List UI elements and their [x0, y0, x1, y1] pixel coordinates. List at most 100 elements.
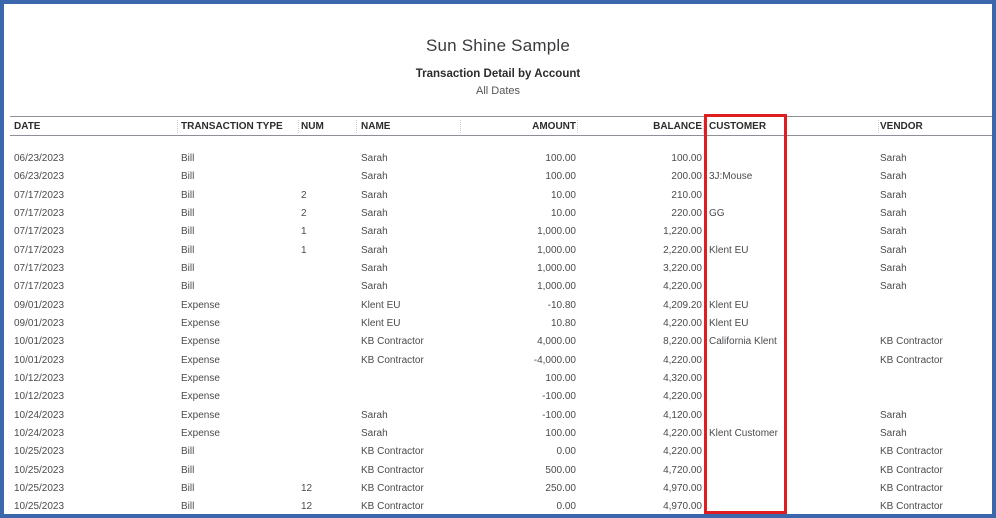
cell-num	[301, 333, 356, 351]
cell-name: Sarah	[361, 427, 388, 439]
cell-amount[interactable]: 250.00	[462, 480, 576, 498]
column-header-date[interactable]: DATE	[14, 118, 178, 135]
column-header-customer[interactable]: CUSTOMER	[709, 118, 879, 135]
cell-name: Sarah	[361, 262, 388, 274]
cell-customer: 3J:Mouse	[709, 171, 753, 183]
cell-amount[interactable]: 4,000.00	[462, 333, 576, 351]
cell-name	[361, 370, 461, 388]
table-row[interactable]: 09/01/2023 Expense Klent EU -10.80 4,209.20 K…	[10, 297, 992, 315]
table-row[interactable]: 07/17/2023 Bill 2 Sarah 10.00 220.00 GG Sarah	[10, 205, 992, 223]
cell-vendor: KB Contractor	[880, 336, 943, 348]
cell-amount[interactable]: 1,000.00	[462, 278, 576, 296]
cell-vendor: KB Contractor	[880, 446, 943, 458]
table-row[interactable]: 07/17/2023 Bill Sarah 1,000.00 3,220.00 Sarah	[10, 260, 992, 278]
cell-amount[interactable]: 10.00	[462, 205, 576, 223]
cell-balance: 220.00	[671, 207, 702, 219]
cell-amount[interactable]: 500.00	[462, 462, 576, 480]
cell-amount[interactable]: -100.00	[462, 407, 576, 425]
cell-num	[301, 150, 356, 168]
cell-name: Sarah	[361, 153, 388, 164]
cell-transaction-type[interactable]: Bill	[181, 223, 296, 241]
cell-transaction-type[interactable]: Expense	[181, 315, 296, 333]
cell-amount[interactable]: -4,000.00	[462, 352, 576, 370]
table-row[interactable]: 10/25/2023 Bill KB Contractor 500.00 4,720.0…	[10, 462, 992, 480]
cell-amount[interactable]: 100.00	[462, 425, 576, 443]
table-row[interactable]: 10/24/2023 Expense Sarah 100.00 4,220.00 Klen…	[10, 425, 992, 443]
report-table: DATE TRANSACTION TYPE NUM NAME AMOUNT BA…	[10, 112, 992, 514]
cell-transaction-type[interactable]: Bill	[181, 278, 296, 296]
column-header-balance[interactable]: BALANCE	[580, 118, 704, 135]
cell-num	[301, 260, 356, 278]
cell-balance: 2,220.00	[663, 244, 702, 256]
cell-name: Klent EU	[361, 317, 401, 329]
table-row[interactable]: 10/24/2023 Expense Sarah -100.00 4,120.00 Sar…	[10, 407, 992, 425]
cell-transaction-type[interactable]: Bill	[181, 260, 296, 278]
cell-transaction-type[interactable]: Bill	[181, 443, 296, 461]
cell-transaction-type[interactable]: Expense	[181, 297, 296, 315]
cell-vendor: Sarah	[880, 409, 907, 421]
cell-date: 07/17/2023	[14, 262, 65, 274]
cell-amount[interactable]: 10.00	[462, 187, 576, 205]
cell-date: 07/17/2023	[14, 189, 65, 201]
cell-customer	[709, 443, 879, 461]
table-row[interactable]: 07/17/2023 Bill Sarah 1,000.00 4,220.00 Sarah	[10, 278, 992, 296]
cell-transaction-type[interactable]: Bill	[181, 168, 296, 186]
cell-transaction-type[interactable]: Expense	[181, 425, 296, 443]
table-row[interactable]: 07/17/2023 Bill 1 Sarah 1,000.00 2,220.00 Klen…	[10, 242, 992, 260]
cell-balance: 4,720.00	[663, 464, 702, 476]
cell-num	[301, 315, 356, 333]
cell-num: 1	[301, 244, 307, 256]
cell-num: 12	[301, 482, 313, 494]
cell-num: 12	[301, 501, 313, 513]
table-row[interactable]: 10/25/2023 Bill 12 KB Contractor 250.00 4,970…	[10, 480, 992, 498]
column-header-transaction-type[interactable]: TRANSACTION TYPE	[181, 118, 299, 135]
cell-balance: 3,220.00	[663, 262, 702, 274]
cell-transaction-type[interactable]: Expense	[181, 388, 296, 406]
table-row[interactable]: 10/12/2023 Expense 100.00 4,320.00	[10, 370, 992, 388]
column-header-name[interactable]: NAME	[361, 118, 461, 135]
table-row[interactable]: 06/23/2023 Bill Sarah 100.00 200.00 3J:Mouse S…	[10, 168, 992, 186]
column-header-vendor[interactable]: VENDOR	[880, 118, 992, 135]
column-header-num[interactable]: NUM	[301, 118, 357, 135]
cell-num: 2	[301, 189, 307, 201]
table-row[interactable]: 10/25/2023 Bill 12 KB Contractor 0.00 4,970.0…	[10, 498, 992, 514]
cell-transaction-type[interactable]: Bill	[181, 150, 296, 168]
table-row[interactable]: 10/25/2023 Bill KB Contractor 0.00 4,220.00 K…	[10, 443, 992, 461]
cell-transaction-type[interactable]: Expense	[181, 407, 296, 425]
cell-amount[interactable]: 100.00	[462, 150, 576, 168]
cell-date: 10/01/2023	[14, 354, 65, 366]
cell-transaction-type[interactable]: Bill	[181, 462, 296, 480]
cell-amount[interactable]: -10.80	[462, 297, 576, 315]
cell-amount[interactable]: 0.00	[462, 498, 576, 514]
cell-customer	[709, 407, 879, 425]
cell-num	[301, 443, 356, 461]
cell-amount[interactable]: 100.00	[462, 370, 576, 388]
table-row[interactable]: 10/01/2023 Expense KB Contractor 4,000.00 8,…	[10, 333, 992, 351]
cell-transaction-type[interactable]: Expense	[181, 333, 296, 351]
cell-transaction-type[interactable]: Bill	[181, 205, 296, 223]
cell-transaction-type[interactable]: Bill	[181, 480, 296, 498]
cell-transaction-type[interactable]: Bill	[181, 242, 296, 260]
cell-vendor: Sarah	[880, 427, 907, 439]
cell-transaction-type[interactable]: Expense	[181, 370, 296, 388]
column-header-amount[interactable]: AMOUNT	[462, 118, 578, 135]
table-row[interactable]: 07/17/2023 Bill 1 Sarah 1,000.00 1,220.00 Sara…	[10, 223, 992, 241]
cell-num	[301, 278, 356, 296]
table-row[interactable]: 07/17/2023 Bill 2 Sarah 10.00 210.00 Sarah	[10, 187, 992, 205]
cell-amount[interactable]: 10.80	[462, 315, 576, 333]
cell-amount[interactable]: 1,000.00	[462, 260, 576, 278]
table-row[interactable]: 06/23/2023 Bill Sarah 100.00 100.00 Sarah	[10, 150, 992, 168]
cell-amount[interactable]: 1,000.00	[462, 223, 576, 241]
cell-amount[interactable]: 1,000.00	[462, 242, 576, 260]
cell-amount[interactable]: -100.00	[462, 388, 576, 406]
cell-transaction-type[interactable]: Bill	[181, 187, 296, 205]
cell-transaction-type[interactable]: Bill	[181, 498, 296, 514]
cell-balance: 4,220.00	[663, 391, 702, 403]
table-row[interactable]: 10/12/2023 Expense -100.00 4,220.00	[10, 388, 992, 406]
cell-amount[interactable]: 100.00	[462, 168, 576, 186]
table-row[interactable]: 09/01/2023 Expense Klent EU 10.80 4,220.00 Kl…	[10, 315, 992, 333]
table-row[interactable]: 10/01/2023 Expense KB Contractor -4,000.00 4…	[10, 352, 992, 370]
cell-date: 07/17/2023	[14, 244, 65, 256]
cell-amount[interactable]: 0.00	[462, 443, 576, 461]
cell-transaction-type[interactable]: Expense	[181, 352, 296, 370]
